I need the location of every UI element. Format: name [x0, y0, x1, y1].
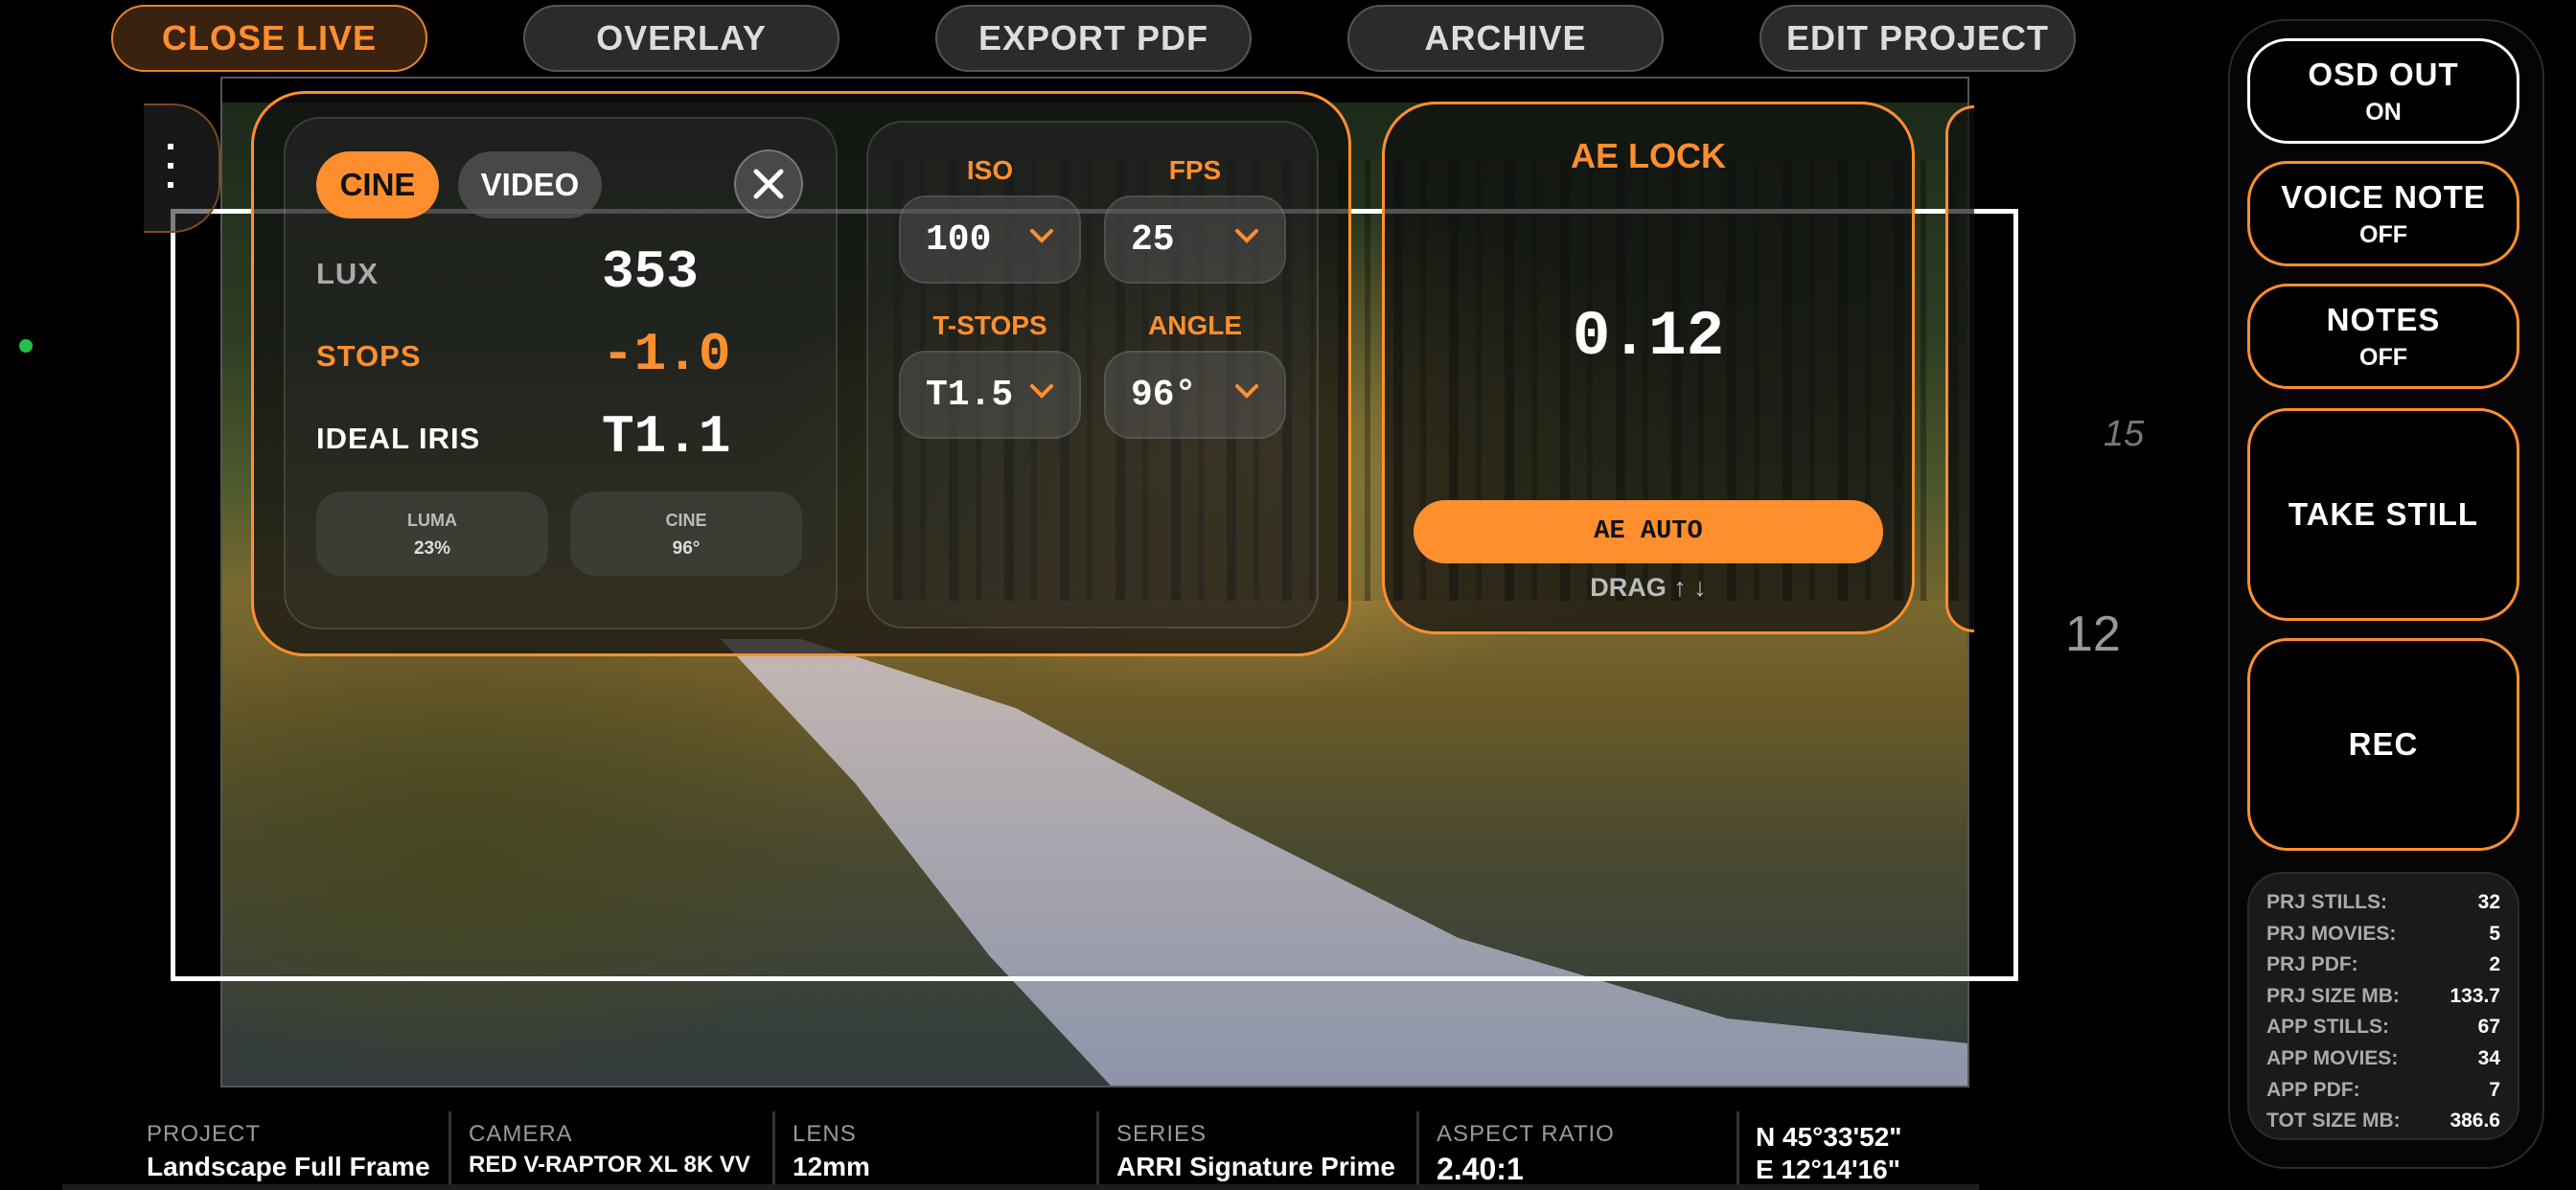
bottom-divider	[62, 1184, 1979, 1190]
info-lens: LENS 12mm	[772, 1111, 1093, 1190]
notes-toggle[interactable]: NOTES OFF	[2247, 284, 2519, 389]
luma-readout: LUMA 23%	[316, 492, 548, 576]
next-panel-edge[interactable]	[1945, 105, 1974, 632]
rec-button[interactable]: REC	[2247, 638, 2519, 851]
stat-row: TOT SIZE MB: 386.6	[2266, 1110, 2500, 1133]
iso-value: 100	[926, 218, 992, 261]
notes-state: OFF	[2359, 343, 2407, 371]
stops-value: -1.0	[602, 324, 731, 385]
chevron-down-icon	[1030, 384, 1053, 399]
fps-select[interactable]: 25	[1104, 195, 1286, 284]
close-live-button[interactable]: CLOSE LIVE	[111, 5, 427, 72]
cine-readout: CINE 96°	[570, 492, 802, 576]
status-dot-icon	[19, 339, 33, 353]
scale-mark-15: 15	[2104, 414, 2145, 454]
lux-label: LUX	[316, 257, 379, 290]
tstops-label: T-STOPS	[932, 310, 1047, 340]
info-aspect-ratio: ASPECT RATIO 2.40:1	[1416, 1111, 1737, 1190]
take-still-button[interactable]: TAKE STILL	[2247, 408, 2519, 621]
ae-drag-hint: DRAG ↑ ↓	[1590, 573, 1707, 602]
chevron-down-icon	[1235, 384, 1258, 399]
fps-value: 25	[1131, 218, 1175, 261]
stat-row: APP MOVIES: 34	[2266, 1046, 2500, 1069]
overlay-button[interactable]: OVERLAY	[523, 5, 840, 72]
ae-lock-value: 0.12	[1572, 301, 1725, 373]
voice-note-state: OFF	[2359, 220, 2407, 248]
stat-row: PRJ PDF: 2	[2266, 953, 2500, 976]
ae-auto-button[interactable]: AE AUTO	[1414, 500, 1883, 563]
voice-note-label: VOICE NOTE	[2281, 178, 2486, 215]
stat-row: PRJ STILLS: 32	[2266, 891, 2500, 913]
angle-label: ANGLE	[1148, 310, 1242, 340]
ideal-iris-value: T1.1	[602, 406, 731, 468]
iso-label: ISO	[966, 155, 1014, 185]
close-icon	[753, 169, 784, 199]
gps-north: N 45°33'52"	[1756, 1122, 1902, 1152]
info-camera: CAMERA RED V-RAPTOR XL 8K VV	[448, 1111, 770, 1190]
osd-out-label: OSD OUT	[2308, 56, 2459, 92]
luma-value: 23%	[413, 538, 451, 559]
notes-label: NOTES	[2326, 301, 2441, 337]
iso-select[interactable]: 100	[899, 195, 1081, 284]
ideal-iris-label: IDEAL IRIS	[316, 422, 481, 455]
archive-button[interactable]: ARCHIVE	[1347, 5, 1664, 72]
info-divider	[1736, 1111, 1757, 1190]
scale-mark-12: 12	[2065, 606, 2121, 662]
voice-note-toggle[interactable]: VOICE NOTE OFF	[2247, 161, 2519, 266]
tstops-select[interactable]: T1.5	[899, 351, 1081, 439]
tstops-value: T1.5	[926, 374, 1014, 416]
luma-label: LUMA	[407, 511, 457, 530]
info-series: SERIES ARRI Signature Prime	[1096, 1111, 1417, 1190]
gps-coordinates: N 45°33'52" E 12°14'16"	[1756, 1121, 1902, 1186]
info-project: PROJECT Landscape Full Frame	[147, 1121, 430, 1181]
stops-label: STOPS	[316, 339, 422, 373]
angle-value: 96°	[1131, 374, 1197, 416]
grip-icon	[168, 144, 173, 192]
cine-label: CINE	[665, 511, 707, 530]
close-panel-button[interactable]	[734, 149, 803, 218]
gps-east: E 12°14'16"	[1756, 1155, 1901, 1184]
osd-out-state: ON	[2365, 98, 2402, 126]
chevron-down-icon	[1030, 229, 1053, 243]
edit-project-button[interactable]: EDIT PROJECT	[1760, 5, 2076, 72]
stat-row: PRJ MOVIES: 5	[2266, 922, 2500, 945]
angle-select[interactable]: 96°	[1104, 351, 1286, 439]
project-stats-card: PRJ STILLS: 32 PRJ MOVIES: 5 PRJ PDF: 2 PRJ…	[2247, 872, 2519, 1140]
lux-value: 353	[602, 241, 699, 303]
osd-out-toggle[interactable]: OSD OUT ON	[2247, 38, 2519, 144]
fps-label: FPS	[1168, 155, 1222, 185]
chevron-down-icon	[1235, 229, 1258, 243]
stat-row: APP STILLS: 67	[2266, 1016, 2500, 1039]
stat-row: APP PDF: 7	[2266, 1078, 2500, 1101]
rec-label: REC	[2348, 726, 2419, 762]
collapsed-side-panel[interactable]	[144, 103, 220, 233]
export-pdf-button[interactable]: EXPORT PDF	[935, 5, 1252, 72]
take-still-label: TAKE STILL	[2288, 496, 2479, 532]
stat-row: PRJ SIZE MB: 133.7	[2266, 984, 2500, 1007]
cine-value: 96°	[672, 538, 701, 559]
ae-lock-title: AE LOCK	[1571, 136, 1726, 175]
mode-video-toggle[interactable]: VIDEO	[458, 151, 602, 218]
mode-cine-toggle[interactable]: CINE	[316, 151, 439, 218]
